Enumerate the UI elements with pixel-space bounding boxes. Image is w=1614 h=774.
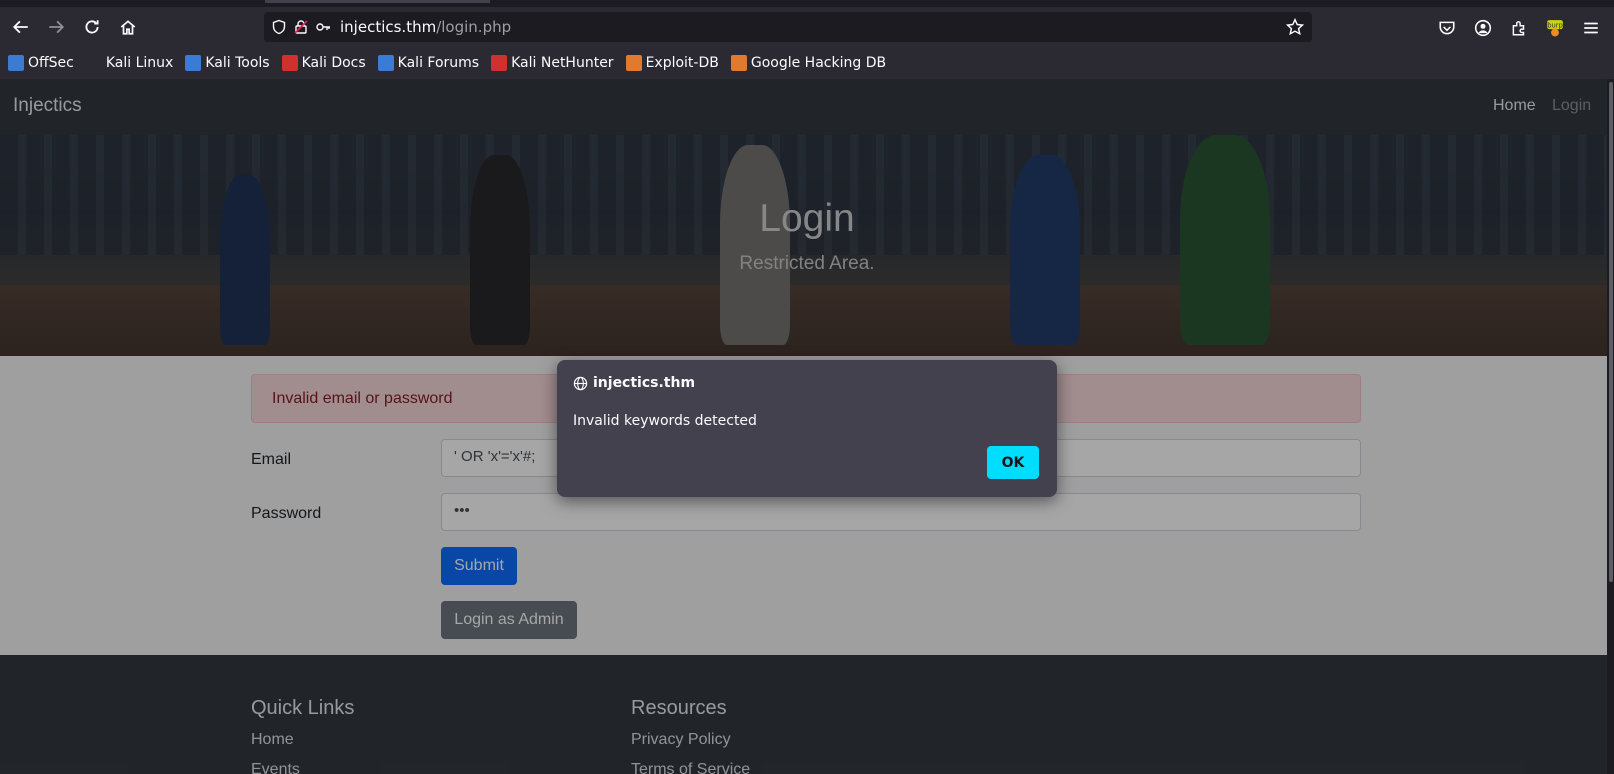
key-icon[interactable] — [312, 12, 334, 42]
reload-button[interactable] — [76, 11, 108, 43]
nethunter-icon — [491, 55, 508, 71]
pocket-button[interactable] — [1436, 17, 1458, 39]
bookmark-kali-forums[interactable]: Kali Forums — [377, 55, 480, 71]
bookmark-kali-linux[interactable]: Kali Linux — [85, 55, 174, 71]
kali-dragon-icon — [85, 55, 102, 71]
ghdb-icon — [730, 55, 747, 71]
kali-tools-icon — [185, 55, 202, 71]
exploit-db-icon — [625, 55, 642, 71]
browser-toolbar: injectics.thm/login.php burp — [0, 7, 1614, 47]
bookmark-label: Exploit-DB — [645, 55, 719, 71]
kali-forums-icon — [377, 55, 394, 71]
bookmark-kali-docs[interactable]: Kali Docs — [281, 55, 366, 71]
bookmark-exploit-db[interactable]: Exploit-DB — [625, 55, 719, 71]
active-tab-indicator[interactable] — [265, 0, 490, 3]
tab-strip — [0, 0, 1614, 7]
burp-extension-button[interactable]: burp — [1544, 17, 1566, 39]
bookmark-label: OffSec — [28, 55, 74, 71]
forward-icon — [49, 20, 65, 34]
bookmark-kali-nethunter[interactable]: Kali NetHunter — [491, 55, 614, 71]
bookmark-kali-tools[interactable]: Kali Tools — [185, 55, 270, 71]
bookmark-label: Google Hacking DB — [750, 55, 887, 71]
bookmark-label: Kali Docs — [301, 55, 366, 71]
bookmark-label: Kali Tools — [205, 55, 270, 71]
home-icon — [120, 20, 136, 35]
back-icon — [12, 20, 28, 34]
account-button[interactable] — [1472, 17, 1494, 39]
kali-docs-icon — [281, 55, 298, 71]
bookmark-label: Kali Forums — [397, 55, 480, 71]
reload-icon — [85, 20, 99, 34]
dialog-message: Invalid keywords detected — [573, 413, 757, 429]
url-host: injectics.thm — [340, 18, 437, 36]
bookmark-label: Kali Linux — [105, 55, 174, 71]
alert-dialog: injectics.thm Invalid keywords detected … — [557, 360, 1057, 497]
bookmark-google-hacking-db[interactable]: Google Hacking DB — [730, 55, 887, 71]
dialog-ok-button[interactable]: OK — [987, 446, 1039, 479]
globe-icon — [573, 376, 588, 390]
url-path: /login.php — [436, 18, 512, 36]
offsec-icon — [8, 55, 24, 71]
dialog-title: injectics.thm — [573, 375, 695, 391]
extensions-icon — [1512, 21, 1525, 36]
bookmark-offsec[interactable]: OffSec — [8, 55, 74, 71]
dialog-origin: injectics.thm — [593, 375, 696, 391]
browser-chrome: injectics.thm/login.php burp OffSec Kali… — [0, 0, 1614, 79]
star-icon[interactable] — [1286, 18, 1304, 36]
shield-icon[interactable] — [268, 12, 290, 42]
app-menu-button[interactable] — [1580, 17, 1602, 39]
url-bar[interactable]: injectics.thm/login.php — [264, 12, 1312, 42]
extensions-button[interactable] — [1508, 17, 1530, 39]
account-icon — [1474, 19, 1492, 37]
back-button[interactable] — [5, 11, 37, 43]
bookmarks-toolbar: OffSec Kali Linux Kali Tools Kali Docs K… — [0, 48, 1614, 78]
burp-icon: burp — [1547, 20, 1563, 37]
forward-button[interactable] — [40, 11, 72, 43]
lock-icon[interactable] — [290, 12, 312, 42]
bookmark-label: Kali NetHunter — [511, 55, 614, 71]
home-button[interactable] — [112, 11, 144, 43]
pocket-icon — [1439, 21, 1455, 35]
menu-icon — [1584, 22, 1598, 34]
svg-text:burp: burp — [1547, 21, 1563, 29]
